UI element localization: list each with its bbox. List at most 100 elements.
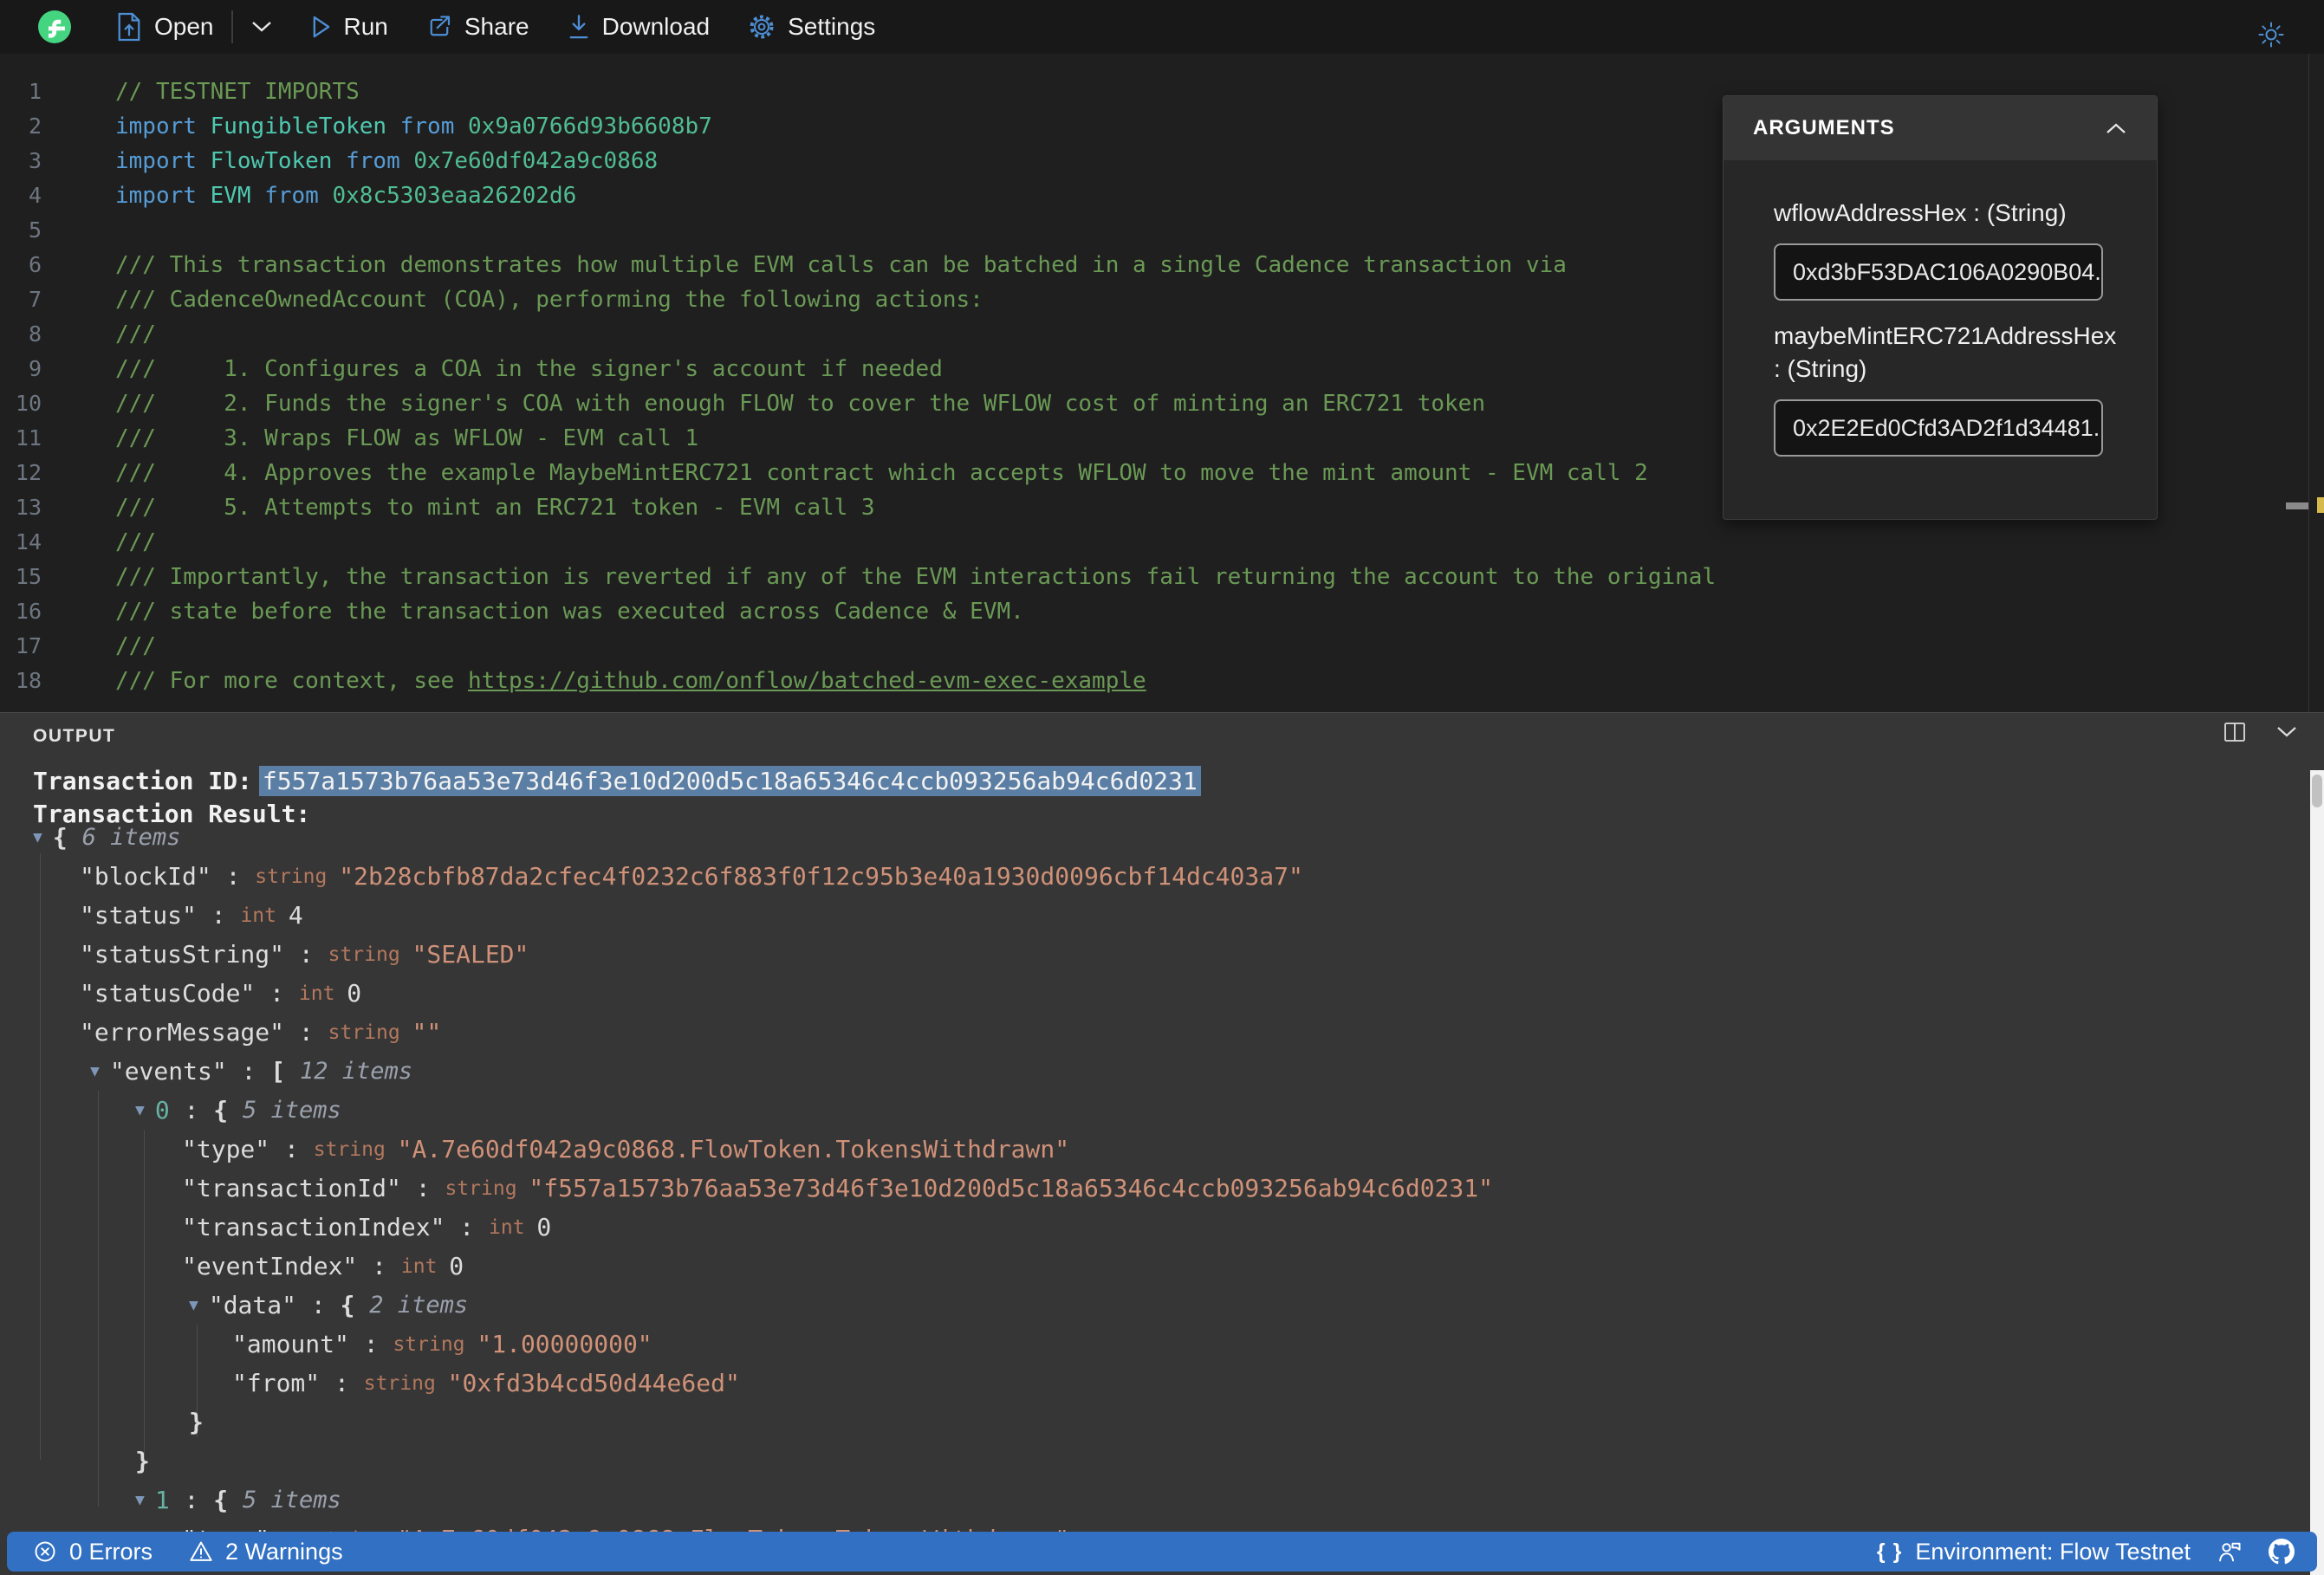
github-link[interactable] bbox=[2269, 1539, 2295, 1565]
environment-status[interactable]: { } Environment: Flow Testnet bbox=[1877, 1539, 2191, 1565]
arguments-panel-header[interactable]: ARGUMENTS bbox=[1724, 96, 2157, 160]
argument-label: wflowAddressHex : (String) bbox=[1774, 199, 2067, 226]
warnings-label: 2 Warnings bbox=[225, 1538, 343, 1565]
json-tree-row: "blockId" : string "2b28cbfb87da2cfec4f0… bbox=[80, 862, 1303, 891]
json-tree-row: "status" : int 4 bbox=[80, 901, 303, 930]
json-tree-row: ▼{ 6 items bbox=[33, 823, 181, 852]
download-button[interactable]: Download bbox=[568, 13, 711, 41]
code-line: 18/// For more context, see https://gith… bbox=[0, 664, 2324, 698]
line-number: 8 bbox=[28, 321, 42, 347]
line-number: 17 bbox=[15, 633, 42, 658]
output-panel: OUTPUT Transaction ID: f557a1573b76aa53e7… bbox=[0, 712, 2324, 1575]
code-line: 15/// Importantly, the transaction is re… bbox=[0, 560, 2324, 594]
json-tree-row: "errorMessage" : string "" bbox=[80, 1018, 442, 1047]
json-tree-row: ▼ 0 : { 5 items bbox=[135, 1096, 341, 1125]
line-number: 5 bbox=[28, 217, 42, 243]
transaction-id-value: f557a1573b76aa53e73d46f3e10d200d5c18a653… bbox=[258, 766, 1201, 796]
status-bar: 0 Errors 2 Warnings { } Environment: Flo… bbox=[7, 1532, 2317, 1572]
collapse-triangle-icon[interactable]: ▼ bbox=[189, 1296, 198, 1314]
line-number: 16 bbox=[15, 599, 42, 624]
arguments-panel-body: wflowAddressHex : (String) 0xd3bF53DAC10… bbox=[1724, 160, 2157, 519]
code-line: 17/// bbox=[0, 629, 2324, 664]
transaction-id-label: Transaction ID: bbox=[33, 767, 252, 795]
line-number: 1 bbox=[28, 79, 42, 104]
settings-button[interactable]: Settings bbox=[748, 13, 875, 41]
split-panel-icon[interactable] bbox=[2223, 722, 2246, 742]
json-tree-row: } bbox=[135, 1447, 150, 1475]
code-line: 16/// state before the transaction was e… bbox=[0, 594, 2324, 629]
argument-input-wflow[interactable]: 0xd3bF53DAC106A0290B04... bbox=[1774, 243, 2103, 301]
run-play-icon bbox=[311, 15, 332, 39]
run-button[interactable]: Run bbox=[311, 13, 388, 41]
line-number: 18 bbox=[15, 668, 42, 693]
json-result-tree: ▼{ 6 items "blockId" : string "2b28cbfb87… bbox=[0, 818, 2288, 1559]
line-number: 13 bbox=[15, 495, 42, 520]
collapse-triangle-icon[interactable]: ▼ bbox=[135, 1101, 145, 1119]
error-circle-icon bbox=[33, 1539, 57, 1564]
output-scrollbar-thumb[interactable] bbox=[2312, 775, 2322, 807]
line-number: 3 bbox=[28, 148, 42, 173]
gear-icon bbox=[748, 13, 776, 41]
warnings-status[interactable]: 2 Warnings bbox=[189, 1539, 343, 1565]
feedback-button[interactable] bbox=[2217, 1539, 2243, 1564]
collapse-triangle-icon[interactable]: ▼ bbox=[33, 828, 42, 846]
argument-input-maybemint[interactable]: 0x2E2Ed0Cfd3AD2f1d34481... bbox=[1774, 399, 2103, 457]
code-line: 14/// bbox=[0, 525, 2324, 560]
output-scrollbar-track[interactable] bbox=[2310, 770, 2324, 1575]
environment-label: Environment: Flow Testnet bbox=[1915, 1538, 2191, 1565]
theme-toggle-button[interactable] bbox=[2257, 21, 2285, 49]
line-number: 7 bbox=[28, 287, 42, 312]
open-label: Open bbox=[154, 13, 214, 40]
line-number: 9 bbox=[28, 356, 42, 381]
arguments-panel: ARGUMENTS wflowAddressHex : (String) 0xd… bbox=[1723, 95, 2158, 520]
output-title: OUTPUT bbox=[33, 726, 116, 746]
editor-scrollbar-thumb[interactable] bbox=[2286, 502, 2308, 509]
github-icon bbox=[2269, 1539, 2295, 1565]
errors-label: 0 Errors bbox=[69, 1538, 153, 1565]
braces-icon: { } bbox=[1876, 1539, 1904, 1564]
collapse-triangle-icon[interactable]: ▼ bbox=[90, 1062, 100, 1080]
line-number: 12 bbox=[15, 460, 42, 485]
toolbar-separator bbox=[230, 10, 233, 43]
json-tree-row: ▼ 1 : { 5 items bbox=[135, 1486, 341, 1514]
json-tree-row: ▼ "data" : { 2 items bbox=[189, 1291, 469, 1319]
open-file-icon bbox=[116, 12, 142, 42]
toolbar: Open Run Share Download Settings bbox=[0, 0, 2324, 54]
warning-triangle-icon bbox=[189, 1539, 213, 1564]
share-label: Share bbox=[464, 13, 529, 40]
collapse-output-chevron-icon[interactable] bbox=[2275, 725, 2298, 739]
line-number: 14 bbox=[15, 529, 42, 554]
line-number: 15 bbox=[15, 564, 42, 589]
line-number: 11 bbox=[15, 425, 42, 450]
download-label: Download bbox=[601, 13, 711, 40]
download-icon bbox=[568, 14, 590, 40]
json-tree-row: } bbox=[189, 1408, 204, 1436]
open-dropdown-button[interactable] bbox=[250, 20, 273, 34]
editor-scrollbar-track[interactable] bbox=[2308, 54, 2309, 712]
json-tree-row: "type" : string "A.7e60df042a9c0868.Flow… bbox=[182, 1135, 1070, 1163]
open-button[interactable]: Open bbox=[116, 12, 214, 42]
line-number: 10 bbox=[15, 391, 42, 416]
flow-logo-icon bbox=[38, 10, 71, 43]
argument-label: maybeMintERC721AddressHex : (String) bbox=[1774, 322, 2117, 382]
json-tree-row: "transactionIndex" : int 0 bbox=[182, 1213, 552, 1241]
json-tree-row: "eventIndex" : int 0 bbox=[182, 1252, 464, 1280]
sun-icon bbox=[2257, 21, 2285, 49]
line-number: 2 bbox=[28, 113, 42, 139]
json-tree-row: "statusString" : string "SEALED" bbox=[80, 940, 529, 969]
json-tree-row: "statusCode" : int 0 bbox=[80, 979, 362, 1008]
chevron-up-icon[interactable] bbox=[2105, 121, 2127, 135]
json-tree-row: "transactionId" : string "f557a1573b76aa… bbox=[182, 1174, 1493, 1202]
line-number: 6 bbox=[28, 252, 42, 277]
collapse-triangle-icon[interactable]: ▼ bbox=[135, 1491, 145, 1509]
run-label: Run bbox=[343, 13, 388, 40]
overview-warning-marker bbox=[2317, 497, 2324, 513]
json-tree-row: "amount" : string "1.00000000" bbox=[232, 1330, 652, 1358]
errors-status[interactable]: 0 Errors bbox=[33, 1539, 153, 1565]
json-tree-row: ▼ "events" : [ 12 items bbox=[90, 1057, 413, 1086]
arguments-title: ARGUMENTS bbox=[1753, 116, 1895, 139]
transaction-id-line: Transaction ID: f557a1573b76aa53e73d46f3e… bbox=[33, 766, 1201, 796]
share-button[interactable]: Share bbox=[426, 13, 529, 41]
line-number: 4 bbox=[28, 183, 42, 208]
chevron-down-icon bbox=[250, 20, 273, 34]
